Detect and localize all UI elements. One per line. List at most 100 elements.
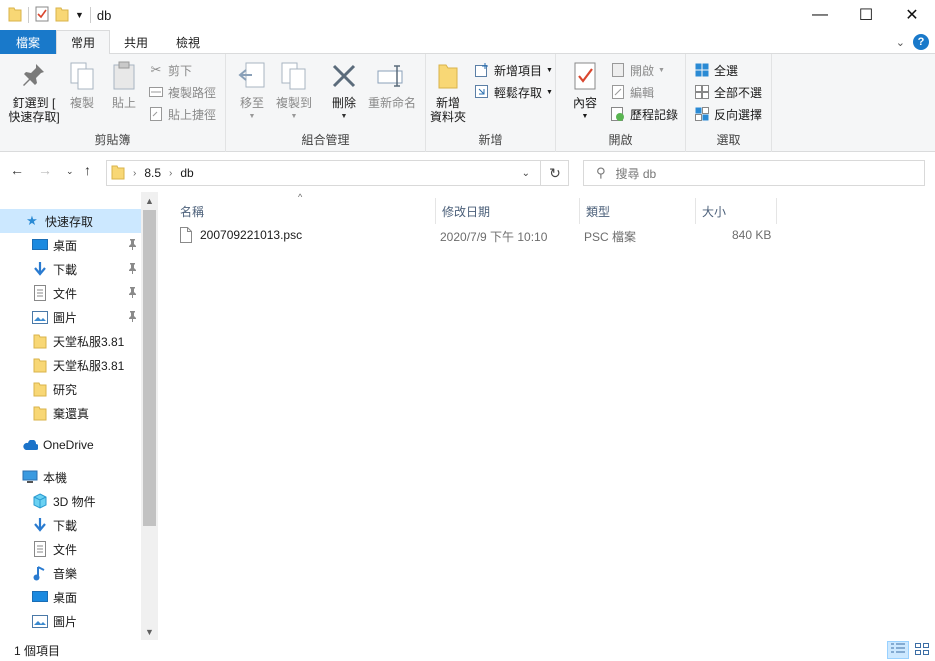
clipboard-group-label: 剪貼簿 (94, 133, 131, 147)
window-title: db (96, 7, 112, 23)
tab-share[interactable]: 共用 (110, 30, 162, 54)
new-group-label: 新增 (478, 133, 503, 147)
nav-quick-item[interactable]: 天堂私服3.81 (0, 329, 141, 353)
item-count: 1 個項目 (14, 644, 61, 658)
pin-icon[interactable] (128, 311, 137, 325)
pin-icon[interactable] (128, 239, 137, 253)
nav-pc-item[interactable]: 下載 (0, 513, 141, 537)
minimize-button[interactable]: — (797, 0, 843, 30)
address-row: ← → ⌄ ↑ › 8.5 › db ⌄ ↻ ⚲ 搜尋 db (0, 152, 935, 192)
easy-access-icon (474, 84, 490, 100)
recent-locations-chevron-icon[interactable]: ⌄ (66, 166, 74, 177)
properties-button[interactable]: 內容 ▼ (568, 60, 602, 124)
nav-pc-item[interactable]: 文件 (0, 537, 141, 561)
column-header-size[interactable]: 大小 (696, 198, 777, 224)
invert-selection-button[interactable]: 反向選擇 (694, 104, 762, 124)
pin-to-quick-access-button[interactable]: 釘選到 [ 快速存取] (6, 60, 62, 124)
move-to-button[interactable]: 移至 ▼ (236, 60, 268, 124)
nav-quick-item[interactable]: 文件 (0, 281, 141, 305)
properties-quick-button[interactable] (35, 6, 49, 25)
maximize-button[interactable]: ☐ (843, 0, 889, 30)
select-none-button[interactable]: 全部不選 (694, 82, 762, 102)
column-header-type[interactable]: 類型 (580, 198, 696, 224)
nav-quick-item[interactable]: 棄還真 (0, 401, 141, 425)
tab-home[interactable]: 常用 (56, 30, 111, 55)
paste-shortcut-button[interactable]: 貼上捷徑 (148, 104, 216, 124)
nav-onedrive[interactable]: OneDrive (0, 433, 141, 457)
help-icon[interactable]: ? (913, 34, 929, 50)
delete-button[interactable]: 刪除 ▼ (328, 60, 360, 124)
easy-access-button[interactable]: 輕鬆存取 ▼ (474, 82, 553, 102)
folder-icon (32, 333, 48, 349)
nav-quick-item[interactable]: 桌面 (0, 233, 141, 257)
breadcrumb-separator-icon[interactable]: › (133, 168, 136, 179)
download-icon (32, 517, 48, 533)
copy-to-button[interactable]: 複製到 ▼ (274, 60, 314, 124)
close-button[interactable]: ✕ (889, 0, 935, 30)
new-folder-button[interactable]: 新增 資料夾 (430, 60, 466, 124)
edit-icon (610, 84, 626, 100)
quick-access-toolbar: ▼ (0, 6, 91, 25)
edit-button[interactable]: 編輯 (610, 82, 654, 102)
pin-icon[interactable] (128, 287, 137, 301)
select-all-button[interactable]: 全選 (694, 60, 738, 80)
nav-scrollbar[interactable]: ▲ ▼ (141, 192, 158, 640)
open-button[interactable]: 開啟 ▼ (610, 60, 665, 80)
copy-button[interactable]: 複製 (64, 60, 100, 110)
search-placeholder: 搜尋 db (615, 166, 657, 181)
column-header-date[interactable]: 修改日期 (436, 198, 580, 224)
nav-pc-item[interactable]: 圖片 (0, 609, 141, 633)
nav-quick-item[interactable]: 圖片 (0, 305, 141, 329)
ribbon: 釘選到 [ 快速存取] 複製 貼上 ✂ 剪下 複製路徑 貼上捷徑 剪貼簿 移至 … (0, 54, 935, 152)
expand-ribbon-icon[interactable]: ⌄ (896, 36, 905, 49)
refresh-button[interactable]: ↻ (540, 160, 569, 186)
nav-quick-item[interactable]: 下載 (0, 257, 141, 281)
pictures-icon (32, 309, 48, 325)
history-button[interactable]: 歷程記錄 (610, 104, 678, 124)
delete-x-icon (328, 60, 360, 92)
nav-quick-item[interactable]: 天堂私服3.81 (0, 353, 141, 377)
search-box[interactable]: ⚲ 搜尋 db (583, 160, 925, 186)
scroll-up-arrow-icon[interactable]: ▲ (141, 192, 158, 209)
tab-view[interactable]: 檢視 (162, 30, 214, 54)
scrollbar-thumb[interactable] (143, 210, 156, 526)
address-bar[interactable]: › 8.5 › db ⌄ (106, 160, 569, 186)
nav-quick-access-label: 快速存取 (45, 214, 94, 229)
rename-button[interactable]: 重新命名 (366, 60, 418, 110)
folder-icon (32, 381, 48, 397)
up-arrow-icon[interactable]: ↑ (84, 162, 91, 178)
back-arrow-icon[interactable]: ← (10, 162, 24, 178)
nav-pc-item[interactable]: 桌面 (0, 585, 141, 609)
breadcrumb-separator-icon[interactable]: › (169, 168, 172, 179)
large-icons-view-button[interactable] (911, 641, 933, 659)
cut-button[interactable]: ✂ 剪下 (148, 60, 192, 80)
file-modified: 2020/7/9 下午 10:10 (440, 230, 548, 244)
customize-qa-dropdown[interactable]: ▼ (75, 10, 84, 20)
open-group: 內容 ▼ 開啟 ▼ 編輯 歷程記錄 開啟 (556, 54, 686, 152)
details-view-button[interactable] (887, 641, 909, 659)
paste-button[interactable]: 貼上 (106, 60, 142, 110)
3d-objects-icon (32, 493, 48, 509)
address-history-chevron-icon[interactable]: ⌄ (522, 168, 530, 179)
copy-path-button[interactable]: 複製路徑 (148, 82, 216, 102)
nav-pc-item[interactable]: 音樂 (0, 561, 141, 585)
pin-icon[interactable] (128, 263, 137, 277)
folder-icon (8, 6, 22, 25)
new-folder-quick-button[interactable] (55, 6, 69, 25)
tab-file[interactable]: 檔案 (0, 30, 56, 54)
forward-arrow-icon[interactable]: → (38, 162, 52, 178)
nav-quick-access[interactable]: ★ 快速存取 (0, 209, 141, 233)
nav-item-label: 桌面 (53, 238, 78, 253)
nav-pc-item[interactable]: 3D 物件 (0, 489, 141, 513)
scroll-down-arrow-icon[interactable]: ▼ (141, 623, 158, 640)
breadcrumb-item[interactable]: db (180, 166, 193, 180)
select-none-icon (694, 84, 710, 100)
breadcrumb-item[interactable]: 8.5 (144, 166, 161, 180)
nav-this-pc[interactable]: 本機 (0, 465, 141, 489)
nav-quick-item[interactable]: 研究 (0, 377, 141, 401)
nav-this-pc-label: 本機 (43, 470, 68, 485)
table-row[interactable]: 200709221013.psc 2020/7/9 下午 10:10 PSC 檔… (174, 224, 774, 246)
nav-item-label: 下載 (53, 262, 78, 277)
column-header-name[interactable]: 名稱 (174, 198, 436, 224)
new-item-button[interactable]: 新增項目 ▼ (474, 60, 553, 80)
